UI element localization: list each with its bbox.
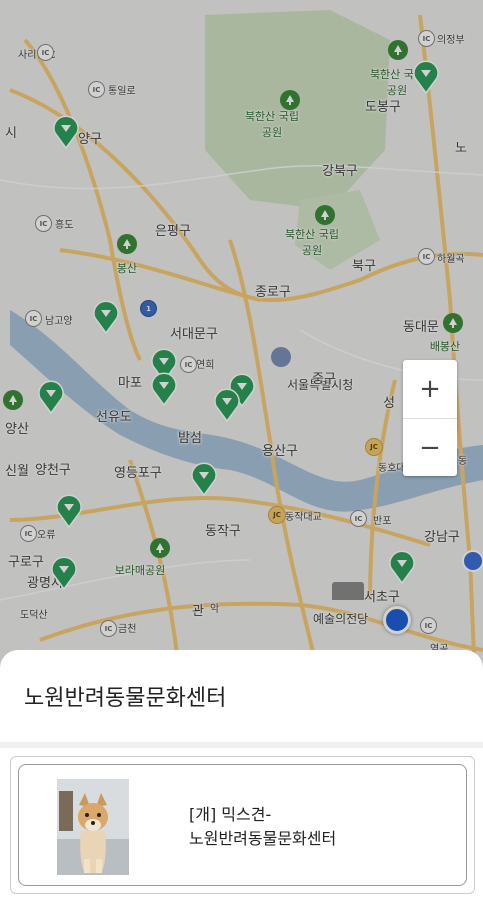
dog-photo	[57, 779, 129, 875]
map-label: 오류	[37, 530, 56, 541]
map-view[interactable]: 사리현IC통일로양구시흥도은평구봉산남고양서대문구종로구마포연희서울특별시청중구…	[0, 0, 483, 680]
map-label: 성	[383, 396, 395, 411]
divider	[0, 742, 483, 748]
shelter-pin-icon[interactable]	[213, 388, 241, 423]
shelter-pin-icon[interactable]	[92, 300, 120, 335]
map-label: 도덕산	[20, 610, 48, 621]
map-label: 중구	[312, 372, 336, 387]
ic-badge: IC	[100, 620, 117, 637]
park-icon	[3, 390, 23, 410]
shelter-pin-icon[interactable]	[50, 556, 78, 591]
ic-badge: IC	[418, 30, 435, 47]
map-label: 예술의전당	[313, 612, 369, 626]
map-label: 양산	[5, 422, 29, 437]
map-label: 남고양	[45, 316, 73, 327]
shelter-pin-icon[interactable]	[150, 372, 178, 407]
ic-badge: IC	[350, 510, 367, 527]
map-label: 서대문구	[170, 327, 218, 342]
park-icon	[117, 234, 137, 254]
map-label: 배봉산	[429, 340, 461, 353]
shelter-pin-icon[interactable]	[52, 115, 80, 150]
map-label: 도봉구	[365, 100, 401, 115]
shelter-pin-icon[interactable]	[388, 550, 416, 585]
map-label: 동대문	[403, 320, 439, 335]
shelter-pin-icon[interactable]	[190, 462, 218, 497]
zoom-out-button[interactable]: −	[403, 419, 457, 477]
zoom-in-button[interactable]: +	[403, 360, 457, 419]
map-label: 노	[455, 141, 467, 156]
map-label: 북구	[352, 259, 376, 274]
jc-badge: JC	[268, 506, 286, 524]
map-label: 관	[192, 604, 204, 619]
map-label: 연희	[196, 360, 215, 371]
ic-badge: IC	[35, 215, 52, 232]
map-label: 시	[5, 126, 17, 141]
map-label: 은평구	[155, 224, 191, 239]
sheet-title: 노원반려동물문화센터	[24, 686, 227, 711]
bottom-sheet: 노원반려동물문화센터 [개] 믹스견- 노원반려동물문화센터	[0, 650, 483, 900]
route-1-badge: 1	[140, 300, 157, 317]
map-label: 금천	[118, 624, 137, 635]
animal-breed: [개] 믹스견-	[189, 805, 272, 824]
map-label: 선유도	[96, 410, 132, 425]
map-label: 마포	[118, 376, 142, 391]
map-label: 흥도	[55, 220, 74, 231]
map-label: 동작대교	[285, 512, 322, 523]
park-icon	[315, 205, 335, 225]
animal-card[interactable]: [개] 믹스견- 노원반려동물문화센터	[18, 764, 467, 886]
map-label: 의정부	[437, 35, 465, 46]
map-label: 종로구	[255, 285, 291, 300]
shelter-pin-icon[interactable]	[412, 60, 440, 95]
animal-card-container: [개] 믹스견- 노원반려동물문화센터	[10, 756, 475, 894]
city-hall-icon	[271, 347, 291, 367]
park-icon	[443, 313, 463, 333]
map-label: 양천구	[35, 463, 71, 478]
shelter-pin-icon[interactable]	[55, 494, 83, 529]
shelter-pin-icon[interactable]	[37, 380, 65, 415]
ic-badge: IC	[420, 617, 437, 634]
map-label: 양구	[78, 132, 102, 147]
map-label: 북한산 국립공원	[284, 228, 340, 257]
animal-info: [개] 믹스견- 노원반려동물문화센터	[189, 803, 336, 851]
map-label: 하월곡	[437, 254, 465, 265]
ic-badge: IC	[88, 81, 105, 98]
location-marker	[462, 550, 483, 572]
ic-badge: IC	[180, 356, 197, 373]
animal-shelter: 노원반려동물문화센터	[189, 829, 337, 848]
map-label: 용산구	[262, 444, 298, 459]
park-icon	[150, 538, 170, 558]
map-label: 영등포구	[114, 466, 162, 481]
map-label: 통일로	[108, 86, 136, 97]
map-label: 구로구	[8, 555, 44, 570]
map-label: 밤섬	[178, 431, 202, 446]
ic-badge: IC	[25, 310, 42, 327]
map-label: 보라매공원	[114, 564, 166, 577]
map-label: 봉산	[116, 262, 138, 275]
map-label: 북한산 국립공원	[244, 110, 300, 139]
map-label: 악	[210, 604, 220, 615]
map-label: 동작구	[205, 524, 241, 539]
ic-badge: IC	[37, 44, 54, 61]
park-icon	[388, 40, 408, 60]
arts-center-icon	[332, 582, 364, 600]
map-label: 서초구	[364, 590, 400, 605]
map-label: 강북구	[322, 164, 358, 179]
ic-badge: IC	[418, 248, 435, 265]
map-label: 반포	[373, 516, 392, 527]
map-label: 신월	[5, 464, 29, 479]
jc-badge: JC	[365, 438, 383, 456]
zoom-control: + −	[403, 360, 457, 476]
map-label: 동	[458, 456, 468, 467]
map-label: 강남구	[424, 530, 460, 545]
park-icon	[280, 90, 300, 110]
current-location-marker	[383, 606, 411, 634]
ic-badge: IC	[20, 525, 37, 542]
